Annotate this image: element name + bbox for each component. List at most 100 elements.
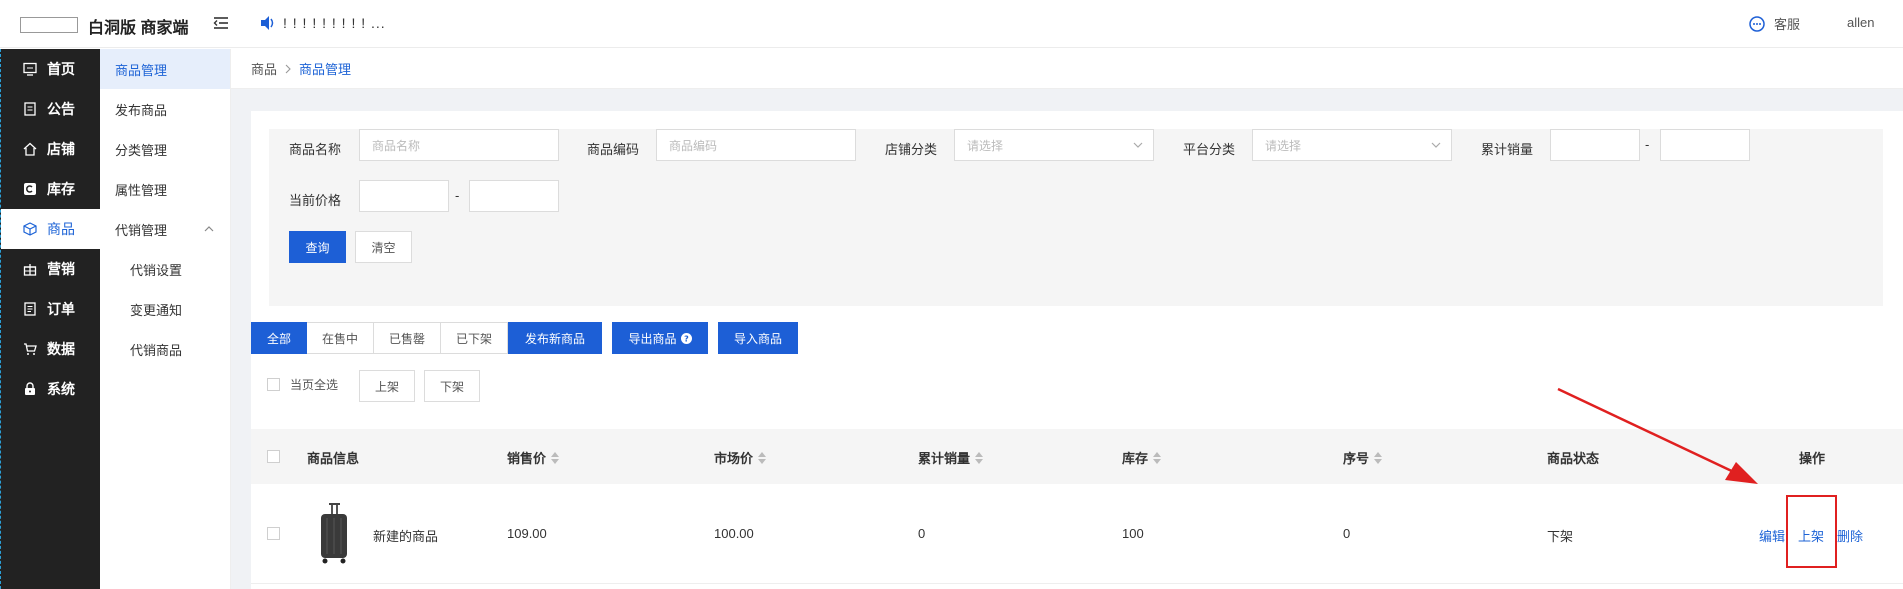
chevron-down-icon <box>1431 142 1441 148</box>
submenu-item-attribute-manage[interactable]: 属性管理 <box>100 169 230 209</box>
header-checkbox[interactable] <box>267 450 280 463</box>
service-label: 客服 <box>1774 17 1801 32</box>
sidebar-item-notice[interactable]: 公告 <box>1 89 100 129</box>
breadcrumb: 商品 商品管理 <box>231 49 1903 89</box>
col-total-sales[interactable]: 累计销量 <box>918 448 984 467</box>
submenu-item-change-notice[interactable]: 变更通知 <box>100 289 230 329</box>
col-operations: 操作 <box>1799 451 1826 466</box>
content-panel: 商品名称 商品名称 商品编码 商品编码 店铺分类 请选择 平台分类 请选择 累计… <box>251 111 1903 589</box>
col-stock[interactable]: 库存 <box>1122 448 1162 467</box>
document-icon <box>24 102 36 116</box>
speaker-icon <box>261 16 274 30</box>
breadcrumb-root[interactable]: 商品 <box>251 59 277 78</box>
sidebar-item-inventory[interactable]: 库存 <box>1 169 100 209</box>
range-dash: - <box>455 188 460 203</box>
main-sidebar: 首页 公告 店铺 库存 商品 营销 订单 数据 系统 <box>0 49 100 589</box>
brand-title: 白洞版 商家端 <box>88 20 189 37</box>
filter-shop-category-label: 店铺分类 <box>885 142 938 157</box>
sort-icon[interactable] <box>551 451 560 464</box>
order-number: 0 <box>1343 526 1351 541</box>
price-max-input[interactable] <box>469 180 559 212</box>
col-market-price[interactable]: 市场价 <box>714 448 767 467</box>
submenu-item-goods-manage[interactable]: 商品管理 <box>100 49 230 89</box>
col-goods-info: 商品信息 <box>307 451 360 466</box>
market-price: 100.00 <box>714 526 754 541</box>
tab-all[interactable]: 全部 <box>251 322 308 354</box>
sub-menu: 商品管理 发布商品 分类管理 属性管理 代销管理 代销设置 变更通知 代销商品 <box>100 49 231 589</box>
row-checkbox[interactable] <box>267 527 280 540</box>
sidebar-item-shop[interactable]: 店铺 <box>1 129 100 169</box>
chevron-down-icon <box>1133 142 1143 148</box>
goods-status: 下架 <box>1547 529 1574 544</box>
sales-min-input[interactable] <box>1550 129 1640 161</box>
customer-service-link[interactable]: 客服 <box>1748 14 1800 33</box>
svg-text:?: ? <box>684 334 689 343</box>
cart-icon <box>24 343 37 355</box>
goods-name-input[interactable]: 商品名称 <box>359 129 559 161</box>
user-name[interactable]: allen <box>1847 15 1874 30</box>
question-icon: ? <box>680 332 692 344</box>
sort-icon[interactable] <box>758 451 767 464</box>
home-icon <box>23 142 37 156</box>
price-min-input[interactable] <box>359 180 449 212</box>
submenu-group-consignment[interactable]: 代销管理 <box>100 209 230 249</box>
submenu-item-publish-goods[interactable]: 发布商品 <box>100 89 230 129</box>
tab-on-sale[interactable]: 在售中 <box>307 322 375 354</box>
table-row: 新建的商品 109.00 100.00 0 100 0 下架 编辑 上架 删除 <box>251 484 1903 584</box>
stock: 100 <box>1122 526 1144 541</box>
platform-category-select[interactable]: 请选择 <box>1252 129 1452 161</box>
sidebar-item-home[interactable]: 首页 <box>1 49 100 89</box>
chat-icon <box>1749 15 1765 32</box>
publish-goods-button[interactable]: 发布新商品 <box>508 322 602 354</box>
col-order[interactable]: 序号 <box>1343 448 1383 467</box>
filter-sales-label: 累计销量 <box>1481 142 1534 157</box>
sort-icon[interactable] <box>1374 451 1383 464</box>
logo-image <box>20 17 78 33</box>
select-all-checkbox[interactable] <box>267 378 280 391</box>
chevron-right-icon <box>285 64 291 73</box>
sidebar-item-data[interactable]: 数据 <box>1 329 100 369</box>
range-dash: - <box>1645 137 1650 152</box>
bulk-on-shelf-button[interactable]: 上架 <box>359 370 415 402</box>
menu-collapse-icon[interactable] <box>212 14 230 32</box>
shop-category-select[interactable]: 请选择 <box>954 129 1154 161</box>
table-header: 商品信息 销售价 市场价 累计销量 库存 序号 商品状态 操作 <box>251 429 1903 484</box>
bulk-off-shelf-button[interactable]: 下架 <box>424 370 480 402</box>
goods-code-input[interactable]: 商品编码 <box>656 129 856 161</box>
col-sale-price[interactable]: 销售价 <box>507 448 560 467</box>
annotation-highlight-box <box>1786 495 1837 568</box>
select-all-label: 当页全选 <box>290 378 339 392</box>
status-tabs: 全部 在售中 已售罄 已下架 <box>251 322 509 354</box>
sidebar-item-marketing[interactable]: 营销 <box>1 249 100 289</box>
sale-price: 109.00 <box>507 526 547 541</box>
notice-bar[interactable]: ! ! ! ! ! ! ! ! ! ... <box>259 15 386 31</box>
gift-icon <box>23 264 37 276</box>
chevron-up-icon <box>204 226 214 232</box>
tab-off-shelf[interactable]: 已下架 <box>441 322 509 354</box>
submenu-item-category-manage[interactable]: 分类管理 <box>100 129 230 169</box>
filter-platform-category-label: 平台分类 <box>1183 142 1236 157</box>
submenu-group-label: 代销管理 <box>115 222 168 238</box>
sales-max-input[interactable] <box>1660 129 1750 161</box>
lock-icon <box>25 382 35 395</box>
delete-link[interactable]: 删除 <box>1837 526 1863 545</box>
export-goods-button[interactable]: 导出商品 ? <box>612 322 708 354</box>
edit-link[interactable]: 编辑 <box>1759 526 1785 545</box>
filter-panel: 商品名称 商品名称 商品编码 商品编码 店铺分类 请选择 平台分类 请选择 累计… <box>269 129 1883 306</box>
query-button[interactable]: 查询 <box>289 231 346 263</box>
goods-name[interactable]: 新建的商品 <box>373 526 438 545</box>
tab-sold-out[interactable]: 已售罄 <box>374 322 442 354</box>
monitor-icon <box>23 62 37 76</box>
breadcrumb-current: 商品管理 <box>299 62 352 77</box>
sidebar-item-goods[interactable]: 商品 <box>1 209 100 249</box>
submenu-item-consignment-settings[interactable]: 代销设置 <box>100 249 230 289</box>
clear-button[interactable]: 清空 <box>355 231 412 263</box>
sort-icon[interactable] <box>1153 451 1162 464</box>
submenu-item-consignment-goods[interactable]: 代销商品 <box>100 329 230 369</box>
total-sales: 0 <box>918 526 926 541</box>
luggage-thumbnail[interactable] <box>313 502 355 566</box>
import-goods-button[interactable]: 导入商品 <box>718 322 798 354</box>
sidebar-item-orders[interactable]: 订单 <box>1 289 100 329</box>
sidebar-item-system[interactable]: 系统 <box>1 369 100 409</box>
sort-icon[interactable] <box>975 451 984 464</box>
